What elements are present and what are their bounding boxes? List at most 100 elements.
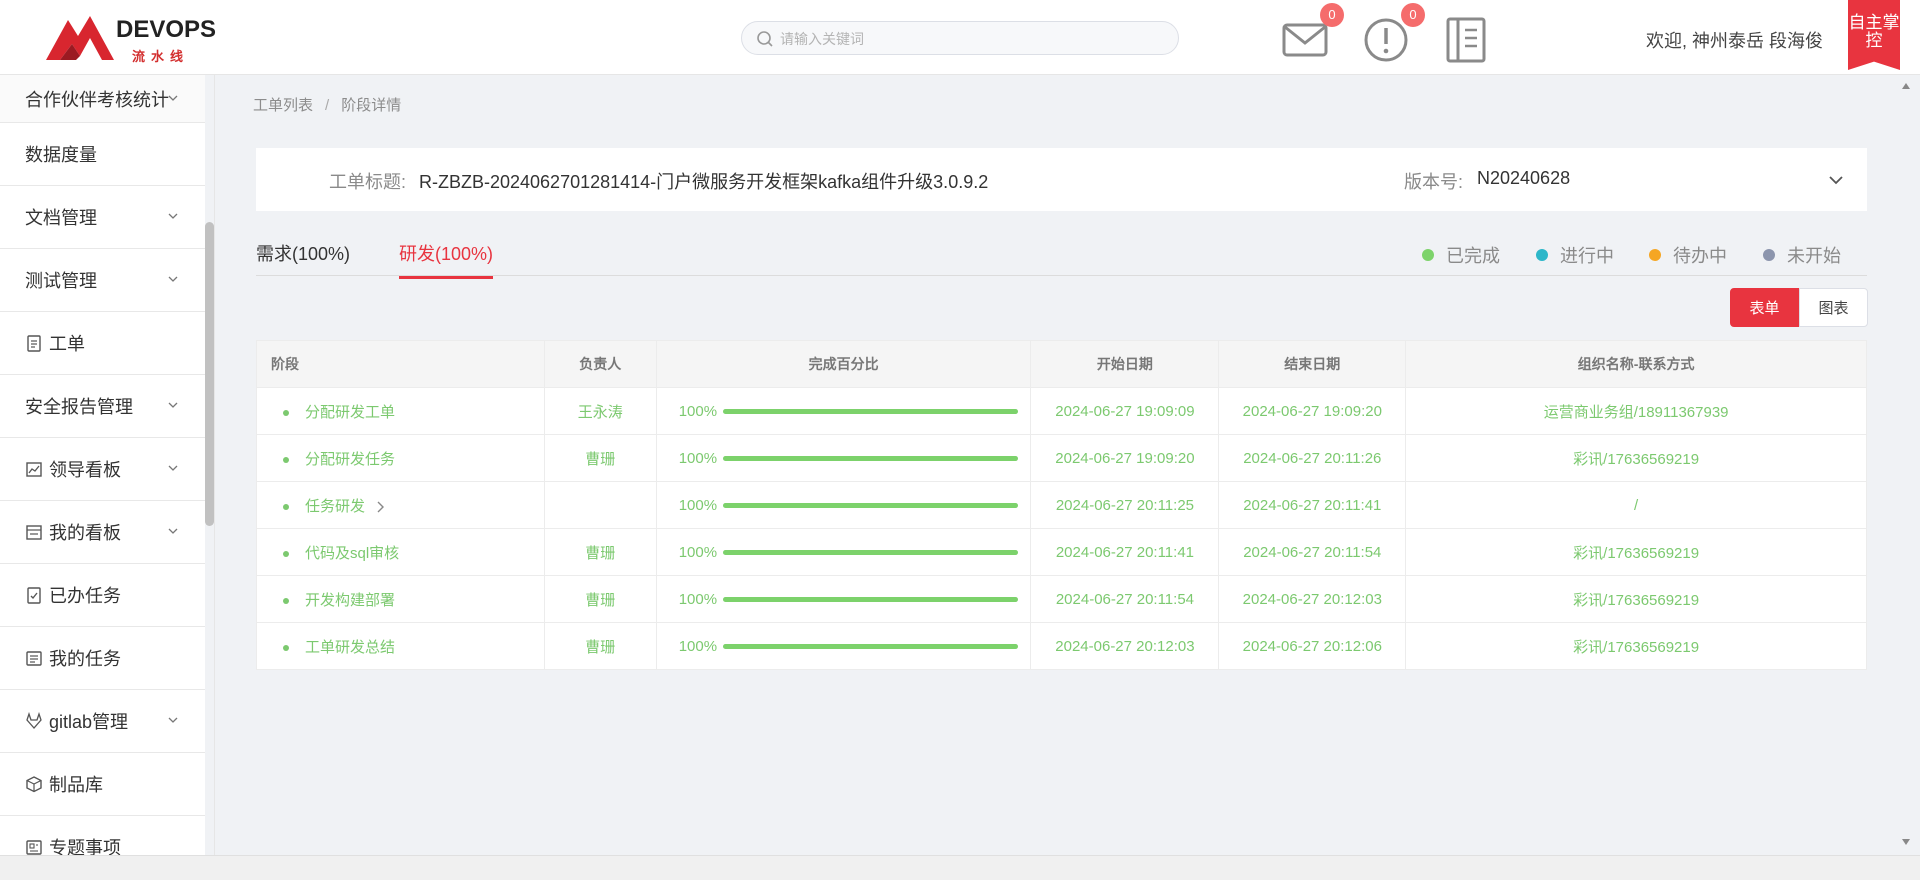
- stage-cell[interactable]: 代码及sql审核: [256, 528, 545, 576]
- chart-icon: [26, 462, 42, 477]
- owner-cell: 王永涛: [543, 387, 657, 435]
- search-box[interactable]: [741, 21, 1179, 55]
- stage-name[interactable]: 分配研发工单: [305, 404, 395, 421]
- sidebar-item[interactable]: 测试管理: [0, 249, 205, 312]
- sidebar-item[interactable]: gitlab管理: [0, 690, 205, 753]
- progress-track: [722, 502, 1019, 508]
- progress-fill: [722, 643, 1019, 649]
- sidebar-item[interactable]: 安全报告管理: [0, 375, 205, 438]
- chevron-right-icon[interactable]: [375, 500, 385, 514]
- sidebar-item[interactable]: 工单: [0, 312, 205, 375]
- col-header-percent: 完成百分比: [655, 340, 1032, 388]
- stage-name[interactable]: 工单研发总结: [305, 639, 395, 656]
- table-row[interactable]: 任务研发 100% 2024-06-27 20:11:25 2024-06-27 20…: [256, 481, 1867, 529]
- table-row[interactable]: 分配研发任务 曹珊 100% 2024-06-27 19:09:20 2024-06-2…: [256, 434, 1867, 482]
- end-date-cell: 2024-06-27 19:09:20: [1218, 387, 1407, 435]
- stage-name[interactable]: 开发构建部署: [305, 592, 395, 609]
- breadcrumb-parent-link[interactable]: 工单列表: [253, 97, 313, 114]
- end-date-cell: 2024-06-27 20:11:54: [1218, 528, 1407, 576]
- table-header-row: 阶段 负责人 完成百分比 开始日期 结束日期 组织名称-联系方式: [256, 340, 1867, 388]
- sidebar-item[interactable]: 已办任务: [0, 564, 205, 627]
- chevron-down-icon: [168, 402, 178, 408]
- progress-track: [722, 596, 1019, 602]
- progress-cell: 100%: [655, 575, 1032, 623]
- version-label: 版本号:: [1404, 172, 1464, 192]
- sidebar-item[interactable]: 我的任务: [0, 627, 205, 690]
- legend-dot: [1763, 249, 1775, 261]
- sidebar-item[interactable]: 我的看板: [0, 501, 205, 564]
- owner-cell: 曹珊: [543, 528, 657, 576]
- gitlab-icon: [26, 712, 42, 729]
- sidebar-item-label: 数据度量: [25, 145, 97, 165]
- sidebar-item-label: 已办任务: [49, 586, 121, 606]
- progress-track: [722, 455, 1019, 461]
- table-row[interactable]: 工单研发总结 曹珊 100% 2024-06-27 20:12:03 2024-06-2…: [256, 622, 1867, 670]
- owner-cell: [543, 481, 657, 529]
- table-row[interactable]: 开发构建部署 曹珊 100% 2024-06-27 20:11:54 2024-06-2…: [256, 575, 1867, 623]
- progress-bar-wrap: 100%: [657, 497, 1031, 514]
- sidebar-item[interactable]: 领导看板: [0, 438, 205, 501]
- docs-button[interactable]: [1442, 14, 1494, 66]
- form-view-button[interactable]: 表单: [1730, 288, 1799, 327]
- stage-name[interactable]: 代码及sql审核: [305, 545, 399, 562]
- tab-requirements[interactable]: 需求(100%): [256, 240, 350, 276]
- logo-mark-icon: [46, 16, 114, 60]
- stage-cell[interactable]: 工单研发总结: [256, 622, 545, 670]
- col-header-start: 开始日期: [1030, 340, 1220, 388]
- corner-ribbon[interactable]: 自主掌控: [1848, 0, 1900, 70]
- sidebar-item[interactable]: 专题事项: [0, 816, 205, 855]
- status-dot: [283, 644, 289, 651]
- table-row[interactable]: 分配研发工单 王永涛 100% 2024-06-27 19:09:09 2024-06-…: [256, 387, 1867, 435]
- sidebar-item-label: 我的看板: [49, 523, 121, 543]
- tab-development[interactable]: 研发(100%): [399, 240, 494, 279]
- legend-dot: [1536, 249, 1548, 261]
- stage-cell[interactable]: 任务研发: [256, 481, 545, 529]
- legend-label: 进行中: [1560, 246, 1614, 266]
- sidebar-item[interactable]: 文档管理: [0, 186, 205, 249]
- ticket-title-value: R-ZBZB-2024062701281414-门户微服务开发框架kafka组件…: [419, 172, 989, 192]
- chevron-down-icon: [168, 465, 178, 471]
- legend-not-started: 未开始: [1763, 242, 1841, 268]
- legend-label: 未开始: [1787, 246, 1841, 266]
- scroll-down-arrow-icon[interactable]: [1901, 838, 1911, 846]
- progress-cell: 100%: [655, 387, 1032, 435]
- stage-name[interactable]: 分配研发任务: [305, 451, 395, 468]
- search-icon: [757, 31, 773, 47]
- sidebar-scrollbar[interactable]: [205, 222, 214, 526]
- start-date-cell: 2024-06-27 19:09:09: [1030, 387, 1220, 435]
- stage-cell[interactable]: 分配研发工单: [256, 387, 545, 435]
- expand-chevron-icon[interactable]: [1828, 174, 1844, 186]
- stage-cell[interactable]: 开发构建部署: [256, 575, 545, 623]
- sidebar-item-label: 工单: [49, 334, 85, 354]
- status-dot: [283, 503, 289, 510]
- sidebar-nav: 合作伙伴考核统计 数据度量文档管理 测试管理工单安全报告管理 领导看板我的看板已办任务…: [0, 75, 205, 855]
- sidebar-item[interactable]: 数据度量: [0, 123, 205, 186]
- welcome-text[interactable]: 欢迎, 神州泰岳 段海俊: [1646, 27, 1823, 53]
- sidebar-item-label: 合作伙伴考核统计: [25, 89, 169, 110]
- legend-dot: [1649, 249, 1661, 261]
- board-icon: [26, 525, 42, 540]
- chevron-down-icon: [168, 276, 178, 282]
- mail-button[interactable]: 0: [1280, 3, 1344, 66]
- start-date-cell: 2024-06-27 20:11:54: [1030, 575, 1220, 623]
- chart-view-button[interactable]: 图表: [1799, 288, 1868, 327]
- stage-cell[interactable]: 分配研发任务: [256, 434, 545, 482]
- search-input[interactable]: [780, 28, 1160, 50]
- sidebar-item-label: 专题事项: [49, 838, 121, 855]
- sidebar-item[interactable]: 合作伙伴考核统计: [0, 75, 205, 123]
- table-row[interactable]: 代码及sql审核 曹珊 100% 2024-06-27 20:11:41 2024-06…: [256, 528, 1867, 576]
- sidebar-divider: [214, 75, 215, 855]
- stage-name[interactable]: 任务研发: [305, 498, 365, 515]
- sidebar-item[interactable]: 制品库: [0, 753, 205, 816]
- scroll-up-arrow-icon[interactable]: [1901, 82, 1911, 90]
- progress-percent: 100%: [678, 402, 718, 420]
- devops-logo[interactable]: DEVOPS 流水线: [46, 10, 216, 65]
- progress-bar-wrap: 100%: [657, 403, 1031, 420]
- owner-cell: 曹珊: [543, 575, 657, 623]
- alert-button[interactable]: 0: [1361, 3, 1425, 66]
- status-dot: [283, 409, 289, 416]
- alert-count-badge: 0: [1401, 3, 1425, 27]
- legend-label: 待办中: [1673, 246, 1727, 266]
- start-date-cell: 2024-06-27 20:11:41: [1030, 528, 1220, 576]
- start-date-cell: 2024-06-27 20:12:03: [1030, 622, 1220, 670]
